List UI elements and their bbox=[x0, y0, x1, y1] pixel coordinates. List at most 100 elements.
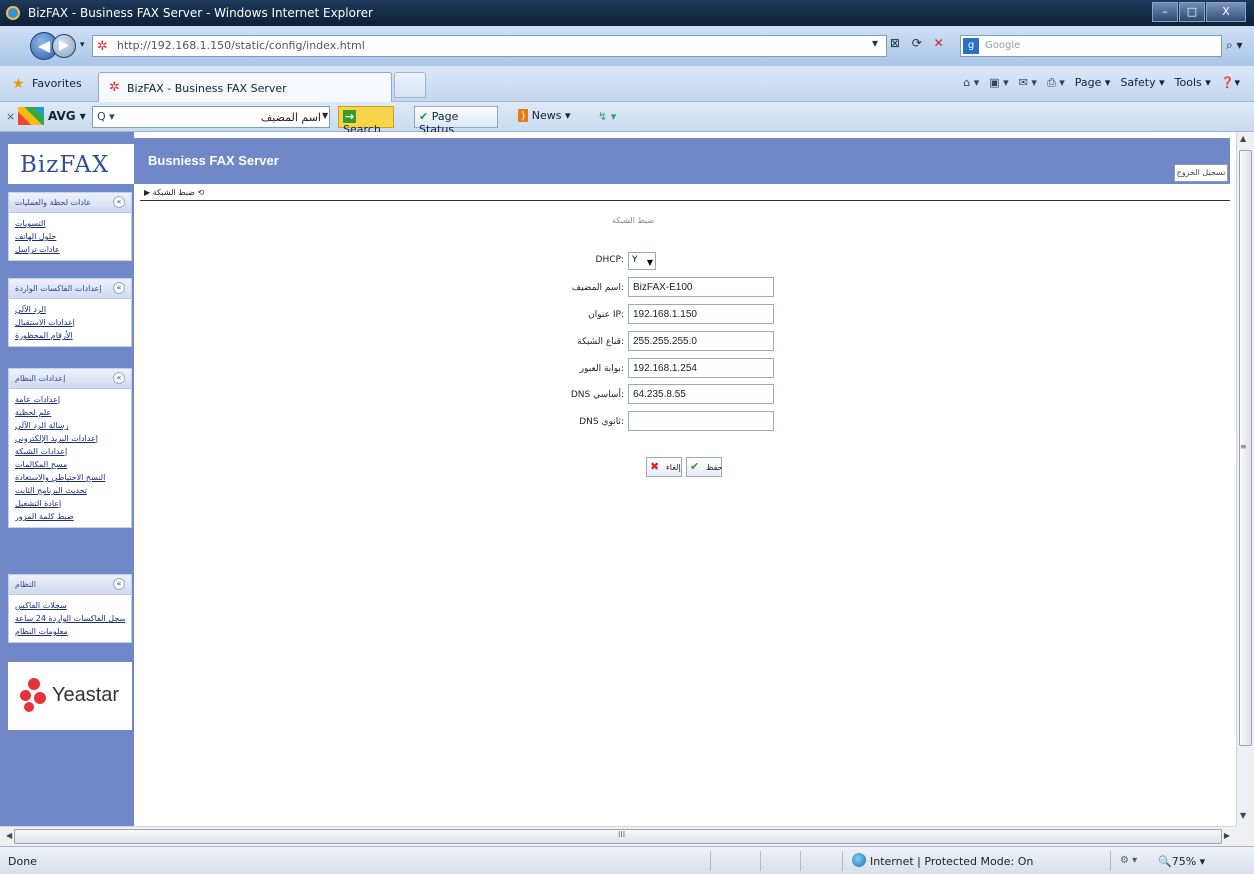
google-logo-icon: g bbox=[963, 38, 979, 54]
primary-dns-label: DNS أساسي: bbox=[570, 390, 624, 400]
menu-group-fax-status: عادات لحظة والعمليات « التسويات حلول اله… bbox=[8, 192, 132, 261]
logout-button[interactable]: تسجيل الخروج bbox=[1174, 164, 1228, 182]
print-icon[interactable]: ⎙ ▾ bbox=[1047, 76, 1065, 90]
menu-group-header[interactable]: إعدادات الفاكسات الواردة « bbox=[9, 279, 131, 299]
app-title: Busniess FAX Server bbox=[148, 153, 279, 168]
menu-item[interactable]: إعدادات البريد الإلكتروني bbox=[15, 432, 125, 445]
breadcrumb-divider bbox=[140, 200, 1230, 201]
collapse-chevron-icon[interactable]: « bbox=[113, 578, 125, 590]
security-zone[interactable]: Internet | Protected Mode: On bbox=[870, 855, 1033, 868]
menu-group-header[interactable]: إعدادات النظام « bbox=[9, 369, 131, 389]
collapse-chevron-icon[interactable]: « bbox=[113, 196, 125, 208]
feeds-icon[interactable]: ▣ ▾ bbox=[989, 76, 1008, 90]
search-box[interactable]: g Google bbox=[960, 35, 1222, 57]
avg-extra-icon[interactable]: ↯ ▾ bbox=[598, 110, 616, 123]
secondary-dns-field[interactable] bbox=[628, 411, 774, 431]
search-arrow-icon: → bbox=[343, 110, 357, 123]
page-content: BizFAX Busniess FAX Server تسجيل الخروج … bbox=[0, 132, 1236, 826]
menu-item[interactable]: سجل الفاكسات الواردة 24 ساعة bbox=[15, 612, 125, 625]
refresh-icon[interactable]: ⟳ bbox=[912, 36, 922, 50]
protected-mode-icon[interactable]: ⚙ ▾ bbox=[1120, 855, 1137, 866]
address-url[interactable]: http://192.168.1.150/static/config/index… bbox=[117, 39, 365, 52]
breadcrumb: ▶ ضبط الشبكة ⟲ bbox=[144, 188, 205, 197]
menu-item[interactable]: إعدادات الاستقبال bbox=[15, 316, 125, 329]
menu-group-header[interactable]: النظام « bbox=[9, 575, 131, 595]
avg-search-input[interactable]: Q ▾ اسم المضيف bbox=[92, 106, 330, 128]
scroll-left-icon[interactable]: ◀ bbox=[6, 831, 12, 840]
horizontal-scrollbar[interactable]: ◀ III ▶ bbox=[0, 826, 1236, 846]
menu-group-header[interactable]: عادات لحظة والعمليات « bbox=[9, 193, 131, 213]
cancel-button[interactable]: ✖ إلغاء bbox=[646, 457, 682, 477]
news-button[interactable]: ) News ▾ bbox=[514, 106, 576, 128]
maximize-button[interactable]: □ bbox=[1179, 2, 1205, 22]
menu-item[interactable]: سجلات الفاكس bbox=[15, 599, 125, 612]
menu-item[interactable]: عادات تراسل bbox=[15, 243, 125, 256]
avg-search-icon[interactable]: Q ▾ bbox=[97, 110, 115, 123]
tools-menu[interactable]: Tools ▾ bbox=[1175, 76, 1211, 90]
menu-item[interactable]: الأرقام المحظورة bbox=[15, 329, 125, 342]
menu-item[interactable]: معلومات النظام bbox=[15, 625, 125, 638]
compatibility-view-icon[interactable]: ⊠ bbox=[890, 36, 900, 50]
yeastar-mark-icon bbox=[20, 678, 48, 712]
mail-icon[interactable]: ✉ ▾ bbox=[1019, 76, 1037, 90]
favorites-star-icon[interactable]: ★ bbox=[12, 76, 25, 92]
address-toolbar: ◀ ▶ ▾ ✲ http://192.168.1.150/static/conf… bbox=[0, 26, 1254, 66]
command-bar: ⌂ ▾ ▣ ▾ ✉ ▾ ⎙ ▾ Page ▾ Safety ▾ Tools ▾ … bbox=[963, 76, 1240, 90]
new-tab-button[interactable] bbox=[394, 72, 426, 98]
hostname-field[interactable] bbox=[628, 277, 774, 297]
search-go-icon[interactable]: ⌕ ▾ bbox=[1226, 38, 1243, 53]
menu-item[interactable]: ضبط كلمة المرور bbox=[15, 510, 125, 523]
menu-item[interactable]: إعدادات عامة bbox=[15, 393, 125, 406]
cancel-x-icon: ✖ bbox=[650, 460, 660, 473]
scroll-right-icon[interactable]: ▶ bbox=[1224, 831, 1230, 840]
menu-item[interactable]: إعادة التشغيل bbox=[15, 497, 125, 510]
menu-group-system: النظام « سجلات الفاكس سجل الفاكسات الوار… bbox=[8, 574, 132, 643]
news-label: News ▾ bbox=[531, 109, 571, 122]
zoom-level[interactable]: 🔍75% ▾ bbox=[1158, 855, 1205, 868]
menu-item[interactable]: النسخ الاحتياطي والاستعادة bbox=[15, 471, 125, 484]
tab-bizfax[interactable]: ✲ BizFAX - Business FAX Server bbox=[98, 72, 392, 102]
tab-label: BizFAX - Business FAX Server bbox=[127, 82, 287, 95]
safety-menu[interactable]: Safety ▾ bbox=[1120, 76, 1164, 90]
chevron-down-icon: ▼ bbox=[646, 258, 653, 267]
dhcp-label: DHCP: bbox=[595, 255, 624, 265]
tab-favicon-icon: ✲ bbox=[109, 80, 120, 95]
ie-logo-icon bbox=[6, 6, 20, 20]
avg-close-icon[interactable]: × bbox=[6, 110, 15, 123]
scroll-down-icon[interactable]: ▼ bbox=[1240, 811, 1246, 820]
avg-menu[interactable]: AVG ▾ bbox=[48, 109, 86, 123]
stop-icon[interactable]: ✕ bbox=[934, 36, 944, 50]
netmask-field[interactable] bbox=[628, 331, 774, 351]
menu-item[interactable]: التسويات bbox=[15, 217, 125, 230]
address-bar[interactable]: ✲ http://192.168.1.150/static/config/ind… bbox=[92, 35, 887, 57]
page-menu[interactable]: Page ▾ bbox=[1075, 76, 1111, 90]
forward-button[interactable]: ▶ bbox=[52, 34, 76, 58]
close-window-button[interactable]: X bbox=[1206, 2, 1246, 22]
page-status-button[interactable]: ✔ Page Status bbox=[414, 106, 498, 136]
save-button[interactable]: ✔ حفظ bbox=[686, 457, 723, 477]
address-dropdown-icon[interactable]: ▾ bbox=[872, 36, 878, 50]
avg-search-button[interactable]: → Search bbox=[338, 106, 394, 136]
window-controls: – □ X bbox=[1151, 2, 1246, 24]
help-icon[interactable]: ❓▾ bbox=[1221, 76, 1240, 90]
recent-pages-chevron-icon[interactable]: ▾ bbox=[80, 40, 85, 50]
ip-address-field[interactable] bbox=[628, 304, 774, 324]
menu-item[interactable]: تحديث البرنامج الثابت bbox=[15, 484, 125, 497]
scroll-up-icon[interactable]: ▲ bbox=[1240, 134, 1246, 143]
collapse-chevron-icon[interactable]: « bbox=[113, 372, 125, 384]
home-icon[interactable]: ⌂ ▾ bbox=[963, 76, 979, 90]
dhcp-select[interactable]: Y ▼ bbox=[628, 252, 656, 270]
menu-item[interactable]: مسح المكالمات bbox=[15, 458, 125, 471]
vertical-scrollbar[interactable]: ▲ ≡ ▼ bbox=[1236, 132, 1254, 826]
menu-item[interactable]: علم لحظية bbox=[15, 406, 125, 419]
menu-item[interactable]: إعدادات الشبكة bbox=[15, 445, 125, 458]
menu-item[interactable]: الرد الآلي bbox=[15, 303, 125, 316]
gateway-field[interactable] bbox=[628, 358, 774, 378]
avg-search-dropdown-icon[interactable]: ▼ bbox=[322, 111, 328, 120]
menu-item[interactable]: رسالة الرد الآلي bbox=[15, 419, 125, 432]
favorites-button[interactable]: Favorites bbox=[32, 77, 82, 90]
primary-dns-field[interactable] bbox=[628, 384, 774, 404]
collapse-chevron-icon[interactable]: « bbox=[113, 282, 125, 294]
menu-item[interactable]: حلول الهاتف bbox=[15, 230, 125, 243]
minimize-button[interactable]: – bbox=[1152, 2, 1178, 22]
